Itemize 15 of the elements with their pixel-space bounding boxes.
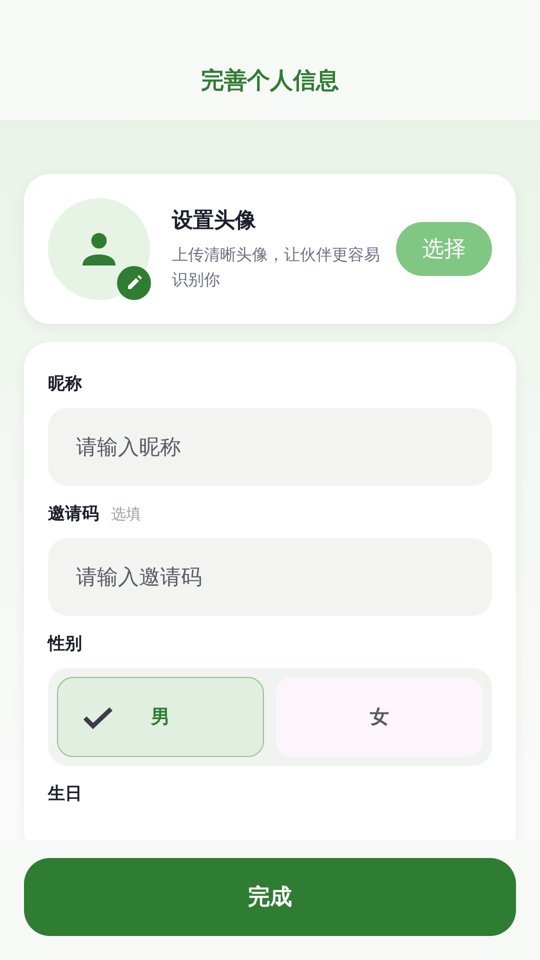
page-title: 完善个人信息 — [201, 66, 339, 96]
input-field[interactable]: 请输入昵称 — [48, 408, 492, 486]
optional-hint: 选填 — [111, 505, 141, 524]
input-field[interactable]: 请输入邀请码 — [48, 538, 492, 616]
field-label: 昵称 — [48, 373, 82, 395]
gender-option[interactable]: 男 — [57, 677, 264, 757]
field-label: 邀请码 — [48, 503, 99, 525]
avatar-title: 设置头像 — [172, 207, 257, 234]
submit-button[interactable]: 完成 — [24, 858, 516, 936]
field-label: 性别 — [48, 633, 82, 655]
check-icon — [82, 706, 114, 730]
gender-option[interactable]: 女 — [276, 677, 483, 757]
avatar-description: 上传清晰头像，让伙伴更容易识别你 — [172, 244, 381, 291]
pencil-icon[interactable] — [117, 266, 151, 300]
field-label: 生日 — [48, 783, 82, 805]
